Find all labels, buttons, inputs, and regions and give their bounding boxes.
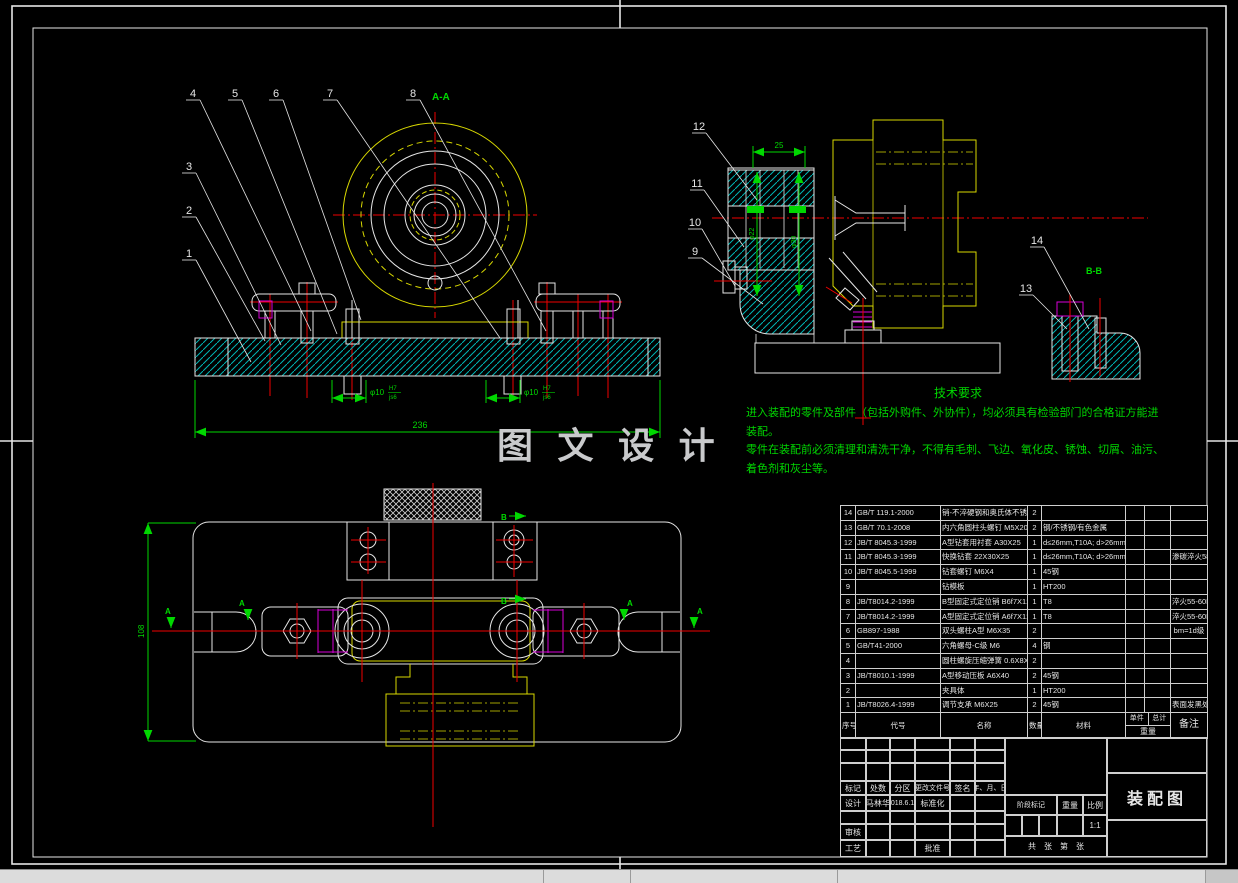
scrollbar-divider (630, 870, 631, 883)
balloon-10: 10 (689, 217, 701, 229)
bom-header-material: 材料 (1041, 712, 1126, 740)
section-mark-a2: A (165, 607, 171, 616)
balloon-4: 4 (190, 88, 196, 100)
bom-row: 2 夹具体 1 HT200 (840, 682, 1208, 699)
bottom-scrollbar[interactable] (0, 869, 1238, 883)
title-block: 标记 处数 分区 更改文件号 签名 年、月、日 设计 马林华 2018.6.19… (840, 737, 1207, 857)
label-mark: 标记 (845, 783, 861, 793)
balloon-11: 11 (691, 178, 702, 190)
label-zone: 分区 (894, 783, 911, 793)
tech-requirements-line: 着色剂和灰尘等。 (746, 462, 834, 475)
bom-row: 13 GB/T 70.1-2008 内六角圆柱头螺钉 M5X20 2 钢/不锈钢/有色金… (840, 519, 1208, 536)
tech-requirements-line: 进入装配的零件及部件（包括外购件、外协件），均必须具有检验部门的合格证方能进 (746, 407, 1159, 419)
bom-row: 1JB/T8026.4-1999调节支承 M6X25245钢表面发黑处理 (840, 697, 1208, 714)
technical-requirements: 技术要求 进入装配的零件及部件（包括外购件、外协件），均必须具有检验部门的合格证… (746, 384, 1170, 478)
balloon-12: 12 (693, 121, 705, 133)
drawing-title: 装配图 (1126, 790, 1187, 808)
bom-row: 12 JB/T 8045.3-1999 A型钻套用衬套 A30X25 1 d≤26mm,… (840, 534, 1208, 551)
label-weight: 重量 (1062, 800, 1078, 810)
section-mark-a4: A (697, 607, 703, 616)
dim-236: 236 (412, 420, 427, 430)
bom-row: 11 JB/T 8045.3-1999 快换钻套 22X30X25 1 d≤26mm,T… (840, 549, 1208, 566)
bom-row: 3 JB/T8010.1-1999 A型移动压板 A6X40 2 45钢 (840, 667, 1208, 684)
balloon-1: 1 (186, 248, 192, 260)
dim-dia22: φ22 (749, 228, 756, 240)
balloon-7: 7 (327, 88, 333, 100)
label-standard: 标准化 (920, 798, 945, 808)
bom-header-code: 代号 (855, 712, 941, 740)
label-count: 处数 (870, 783, 886, 793)
label-approve: 批准 (924, 844, 941, 853)
bom-row: 7 JB/T8014.2-1999 A型固定式定位销 A6f7X12 1 T8 淬火55-… (840, 608, 1208, 625)
fit-top-right: H7 (543, 386, 551, 392)
watermark-text: 图 文 设 计 (497, 425, 721, 467)
bom-row: 5 GB/T41-2000 六角螺母-C级 M6 4 钢 (840, 638, 1208, 654)
label-scale: 比例 (1087, 800, 1103, 810)
balloon-3: 3 (186, 161, 192, 173)
designer-name: 马林华 (866, 798, 890, 808)
dim-dia10-right: φ10 (524, 388, 539, 397)
bom-header-name: 名称 (940, 712, 1028, 740)
dim-dia30: φ30 (791, 236, 798, 248)
dim-108: 108 (137, 624, 146, 638)
fit-top-left: H7 (389, 386, 397, 392)
bom-header-num: 序号 (840, 712, 856, 740)
bom-row: 10 JB/T 8045.5-1999 钻套螺钉 M6X4 1 45钢 (840, 564, 1208, 580)
bom-row: 14GB/T 119.1-2000销-不淬硬钢和奥氏体不锈钢 5X302 (840, 505, 1208, 521)
balloon-9: 9 (692, 246, 698, 258)
scale-value: 1:1 (1089, 821, 1101, 830)
balloon-6: 6 (273, 88, 279, 100)
fit-bot-right: js6 (542, 395, 551, 401)
label-stage-mark: 阶段标记 (1017, 802, 1045, 809)
balloon-5: 5 (232, 88, 238, 100)
balloon-14: 14 (1031, 235, 1043, 247)
tech-requirements-title: 技术要求 (933, 386, 982, 400)
tech-requirements-line: 零件在装配前必须清理和清洗干净，不得有毛刺、飞边、氧化皮、锈蚀、切屑、油污、 (746, 444, 1164, 457)
scrollbar-corner-box (1205, 870, 1238, 883)
label-audit: 审核 (845, 827, 861, 837)
section-mark-b1: B (501, 513, 507, 522)
bom-header-remark: 备注 (1170, 712, 1208, 740)
bom-header-row: 序号 代号 名称 数量 材料 单件总计 重量 备注 (840, 712, 1208, 740)
bom-row: 6 GB897-1988 双头螺柱A型 M6X35 2 bm=1d级 (840, 623, 1208, 640)
detail-bb: B-B 14 13 (1019, 235, 1141, 382)
label-change-doc: 更改文件号 (915, 785, 950, 792)
section-label-aa: A-A (432, 92, 450, 103)
cad-drawing-canvas: 236 φ10 H7 js6 φ10 H7 js6 A-A 4 5 6 7 8 … (0, 0, 1238, 883)
tech-requirements-line: 装配。 (746, 425, 779, 438)
bom-header-weight: 单件 总计 重量 (1125, 712, 1171, 740)
section-mark-a3: A (627, 599, 633, 608)
section-mark-a1: A (239, 599, 245, 608)
bom-parts-list: 14GB/T 119.1-2000销-不淬硬钢和奥氏体不锈钢 5X302 13G… (840, 505, 1208, 740)
section-label-bb: B-B (1086, 266, 1102, 276)
design-date: 2018.6.19 (890, 799, 915, 807)
section-mark-b2: B (501, 597, 507, 606)
balloon-13: 13 (1020, 283, 1032, 295)
dim-dia10-left: φ10 (370, 388, 385, 397)
sheet-count: 共 张 第 张 (1028, 842, 1084, 851)
bom-row: 9 钻模板 1 HT200 (840, 578, 1208, 595)
label-design: 设计 (845, 798, 861, 808)
label-process: 工艺 (845, 844, 861, 853)
scrollbar-divider (837, 870, 838, 883)
scrollbar-divider (543, 870, 544, 883)
bom-row: 4圆柱螺旋压缩弹簧 0.6X8X302 (840, 652, 1208, 669)
front-view: 236 φ10 H7 js6 φ10 H7 js6 A-A 4 5 6 7 8 … (182, 88, 661, 438)
fit-bot-left: js6 (388, 395, 397, 401)
bom-row: 8 JB/T8014.2-1999 B型固定式定位销 B6f7X12 1 T8 淬火55-… (840, 593, 1208, 610)
balloon-8: 8 (410, 88, 416, 100)
label-date-head: 年、月、日 (976, 785, 1004, 792)
bom-header-qty: 数量 (1027, 712, 1042, 740)
dim-25: 25 (775, 141, 784, 150)
balloon-2: 2 (186, 205, 192, 217)
label-sign: 签名 (954, 783, 971, 793)
plan-view: 108 A A A A B B (137, 483, 710, 827)
